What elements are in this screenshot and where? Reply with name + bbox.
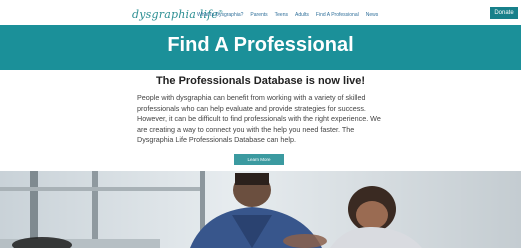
menu-item-what-is-dysgraphia[interactable]: What Is Dysgraphia? <box>197 12 243 18</box>
hero-banner: Find A Professional <box>0 25 521 70</box>
people-at-table-image <box>0 171 521 248</box>
menu-item-teens[interactable]: Teens <box>275 12 288 18</box>
menu-item-news[interactable]: News <box>366 12 379 18</box>
database-heading: The Professionals Database is now live! <box>155 75 366 87</box>
hero-photo <box>0 171 521 248</box>
menu-item-adults[interactable]: Adults <box>295 12 309 18</box>
learn-more-button[interactable]: Learn More <box>234 154 284 165</box>
donate-button[interactable]: Donate <box>490 7 518 19</box>
main-menu: What Is Dysgraphia? Parents Teens Adults… <box>197 12 378 18</box>
menu-item-find-a-professional[interactable]: Find A Professional <box>316 12 359 18</box>
page-title: Find A Professional <box>167 34 354 56</box>
intro-paragraph: People with dysgraphia can benefit from … <box>137 93 381 144</box>
menu-item-parents[interactable]: Parents <box>250 12 267 18</box>
